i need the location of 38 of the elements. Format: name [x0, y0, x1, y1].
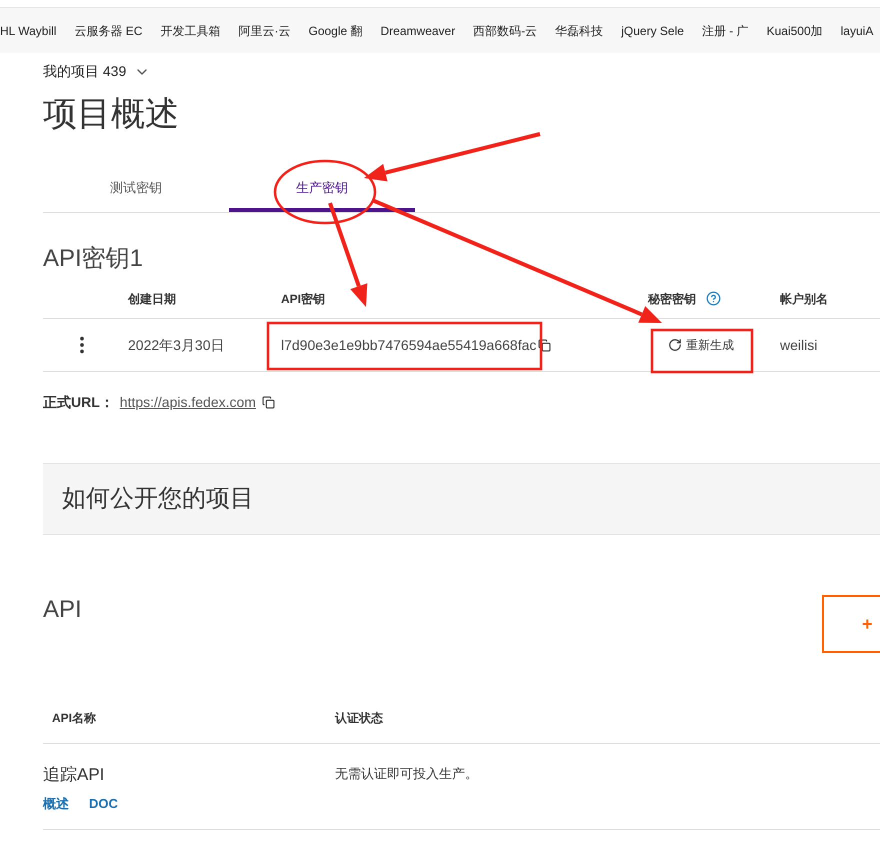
- help-icon[interactable]: [706, 291, 721, 306]
- copy-icon[interactable]: [538, 338, 552, 352]
- tab[interactable]: 测试密钥: [43, 168, 229, 212]
- bookmark-link[interactable]: Kuai500加: [766, 22, 823, 40]
- table-cell-text: 2022年3月30日: [127, 336, 226, 354]
- bookmark-link[interactable]: Google 翻: [308, 22, 363, 40]
- table-cell-text: weilisi: [780, 336, 818, 354]
- bookmark-link[interactable]: 西部数码-云: [473, 22, 538, 40]
- url-label: 正式URL：: [43, 393, 114, 412]
- bookmark-link[interactable]: 注册 - 广: [702, 22, 749, 40]
- bookmark-link[interactable]: 开发工具箱: [160, 22, 220, 40]
- refresh-icon: [668, 338, 682, 352]
- bookmark-link[interactable]: Dreamweaver: [380, 22, 456, 40]
- bookmark-link[interactable]: layuiA: [840, 22, 874, 40]
- bookmark-link[interactable]: 华磊科技: [555, 22, 604, 40]
- column-header: API密钥: [280, 290, 326, 308]
- bookmark-link[interactable]: 云服务器 EC: [74, 22, 142, 40]
- url-link[interactable]: https://apis.fedex.com: [120, 392, 256, 413]
- section-banner: 如何公开您的项目: [43, 463, 880, 535]
- table-cell-text: 无需认证即可投入生产。: [335, 765, 478, 783]
- api-link[interactable]: 概述: [43, 794, 69, 813]
- column-header: 创建日期: [126, 290, 177, 308]
- api-link[interactable]: DOC: [89, 794, 118, 813]
- column-header: API名称: [51, 710, 98, 727]
- column-header: 帐户别名: [780, 290, 828, 308]
- page-title: 项目概述: [43, 94, 180, 135]
- project-selector[interactable]: 我的项目 439: [43, 61, 150, 82]
- column-header: 秘密密钥: [648, 290, 696, 308]
- api-name: 追踪API: [43, 764, 106, 786]
- api-key-text: l7d90e3e1e9bb7476594ae55419a668fac: [281, 336, 536, 354]
- bookmark-link[interactable]: HL Waybill: [0, 22, 56, 40]
- regenerate-button[interactable]: 重新生成: [668, 336, 734, 354]
- section-title: API: [43, 595, 82, 625]
- section-title: API密钥1: [43, 244, 144, 274]
- copy-icon[interactable]: [262, 396, 275, 409]
- bookmark-link[interactable]: 阿里云·云: [238, 22, 290, 40]
- column-header: 认证状态: [335, 710, 383, 727]
- bookmark-link[interactable]: jQuery Sele: [621, 22, 684, 40]
